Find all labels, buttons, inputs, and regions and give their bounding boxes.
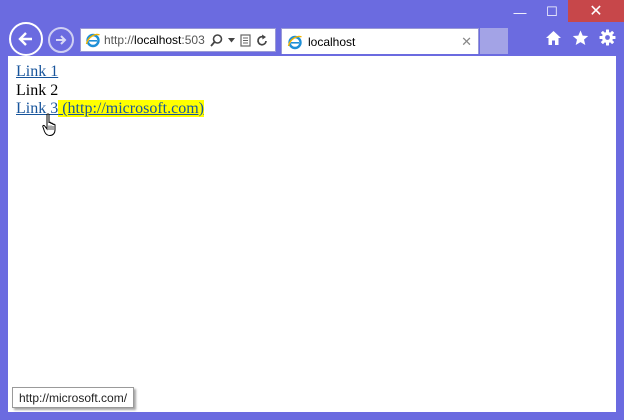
link-1[interactable]: Link 1 bbox=[16, 63, 58, 80]
url-host: localhost bbox=[134, 33, 182, 47]
compat-view-icon[interactable] bbox=[240, 33, 251, 47]
arrow-left-icon bbox=[18, 32, 32, 46]
close-window-button[interactable]: ✕ bbox=[568, 0, 624, 22]
search-icon[interactable] bbox=[210, 33, 223, 47]
tab-ie-logo-icon bbox=[287, 35, 302, 49]
url-port: :503 bbox=[181, 33, 205, 47]
address-url[interactable]: http://localhost:503 bbox=[104, 33, 206, 47]
page-content: Link 1 Link 2 Link 3 (http://microsoft.c… bbox=[8, 56, 616, 412]
text-link-2: Link 2 bbox=[16, 81, 59, 99]
favorites-star-icon[interactable] bbox=[572, 30, 589, 46]
minimize-button[interactable]: — bbox=[504, 0, 536, 24]
home-icon[interactable] bbox=[545, 30, 562, 46]
link-3-url-annotation[interactable]: (http://microsoft.com) bbox=[58, 100, 204, 117]
window-caption-buttons: — ☐ ✕ bbox=[504, 0, 624, 24]
settings-gear-icon[interactable] bbox=[599, 29, 616, 46]
maximize-button[interactable]: ☐ bbox=[536, 0, 568, 24]
arrow-right-icon bbox=[56, 35, 67, 45]
close-tab-icon[interactable]: ✕ bbox=[461, 34, 472, 50]
command-icons bbox=[545, 29, 616, 46]
tab-title: localhost bbox=[308, 34, 356, 49]
ie-logo-icon bbox=[85, 33, 100, 48]
links-list: Link 1 Link 2 Link 3 (http://microsoft.c… bbox=[16, 63, 204, 119]
refresh-icon[interactable] bbox=[256, 34, 268, 47]
address-bar[interactable]: http://localhost:503 bbox=[80, 28, 276, 52]
tab-localhost[interactable]: localhost ✕ bbox=[281, 28, 479, 54]
browser-frame: — ☐ ✕ http://localhost:503 localhost ✕ L… bbox=[0, 0, 624, 420]
new-tab-button[interactable] bbox=[480, 28, 508, 54]
hand-cursor-icon bbox=[42, 113, 56, 137]
forward-button[interactable] bbox=[48, 27, 74, 53]
back-button[interactable] bbox=[9, 22, 43, 56]
url-prefix: http:// bbox=[104, 33, 135, 47]
dropdown-icon[interactable] bbox=[228, 37, 235, 43]
status-url-tooltip: http://microsoft.com/ bbox=[12, 387, 135, 408]
